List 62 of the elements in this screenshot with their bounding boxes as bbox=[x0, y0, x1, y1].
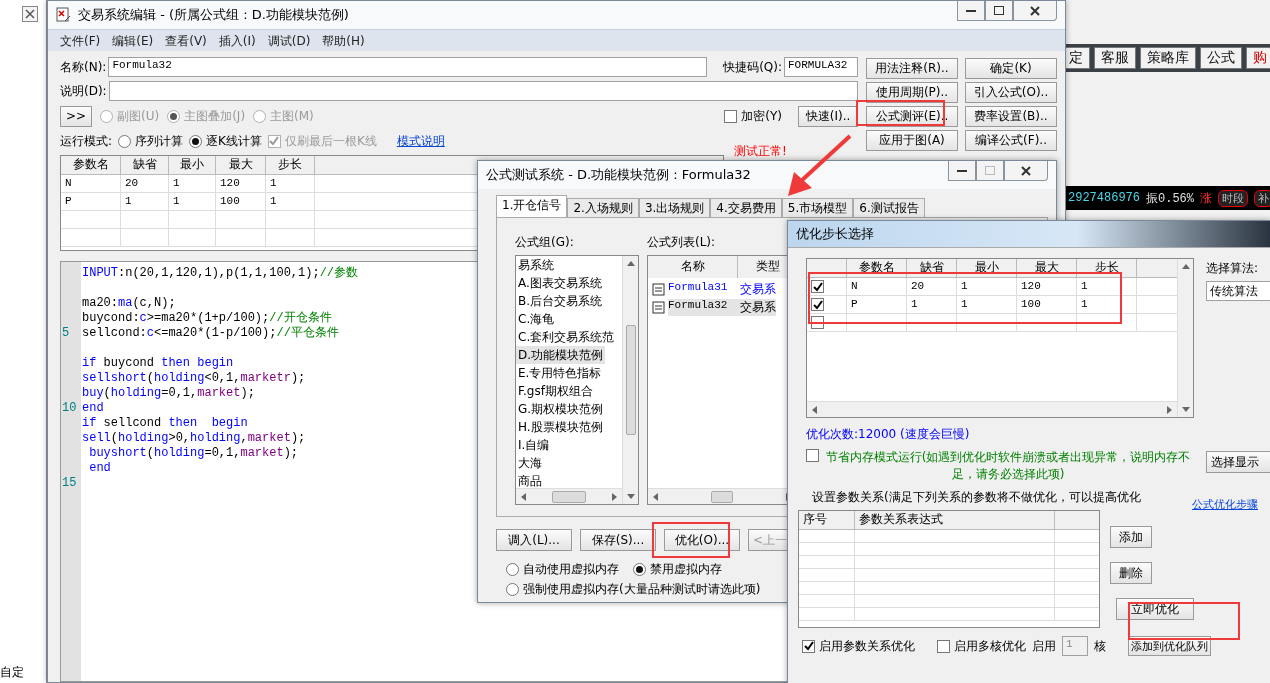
rise-text: 涨 bbox=[1200, 190, 1213, 207]
table-cell: 1 bbox=[1077, 296, 1137, 313]
table-cell: N bbox=[847, 278, 907, 295]
code-line: buy(holding=0,1,market); bbox=[82, 386, 255, 400]
code-line: INPUT:n(20,1,120,1),p(1,1,100,1);//参数 bbox=[82, 266, 359, 280]
code-line: ma20:ma(c,N); bbox=[82, 296, 176, 310]
table-cell: 120 bbox=[1017, 278, 1077, 295]
column-header: 最小 bbox=[169, 156, 216, 174]
relation-label: 设置参数关系(满足下列关系的参数将不做优化，可以提高优化 bbox=[811, 489, 1142, 506]
side-label: 自定 bbox=[0, 664, 25, 681]
column-header: 最大 bbox=[216, 156, 266, 174]
field-label: 选择算法: bbox=[1206, 260, 1260, 277]
column-header: 步长 bbox=[266, 156, 315, 174]
code-line: buyshort(holding=0,1,market); bbox=[88, 446, 299, 460]
line-number: 15 bbox=[62, 476, 77, 490]
table-cell: 1 bbox=[907, 296, 957, 313]
field-label: 公式列表(L): bbox=[647, 234, 717, 251]
column-header: 名称 bbox=[648, 256, 738, 278]
table-cell: 20 bbox=[121, 175, 169, 192]
amplitude-text: 振0.56% bbox=[1146, 190, 1195, 207]
table-cell: P bbox=[847, 296, 907, 313]
field-label: 启用 bbox=[1032, 637, 1056, 655]
window-title: 交易系统编辑 - (所属公式组 : D.功能模块范例) bbox=[78, 6, 350, 24]
table-cell: 1 bbox=[266, 175, 315, 192]
code-line: sellcond:c<=ma20*(1-p/100);//平仓条件 bbox=[82, 326, 339, 340]
column-header: 参数关系表达式 bbox=[855, 511, 1055, 529]
field-label: 快捷码(Q): bbox=[723, 58, 782, 76]
table-cell: 1 bbox=[169, 193, 216, 210]
table-cell: 1 bbox=[169, 175, 216, 192]
line-number: 5 bbox=[62, 326, 70, 340]
table-cell: 100 bbox=[216, 193, 266, 210]
table-cell: 1 bbox=[266, 193, 315, 210]
table-cell: 1 bbox=[957, 296, 1017, 313]
column-header: 序号 bbox=[799, 511, 855, 529]
code-line: end bbox=[88, 461, 111, 475]
quote-text: 2927486976 bbox=[1068, 191, 1140, 205]
window-title: 公式测试系统 - D.功能模块范例 : Formula32 bbox=[486, 166, 752, 184]
field-label: 名称(N): bbox=[60, 58, 107, 76]
field-label: 核 bbox=[1094, 637, 1106, 655]
code-line: buycond:c>=ma20*(1+p/100);//开仓条件 bbox=[82, 311, 332, 325]
field-label: 公式组(G): bbox=[515, 234, 575, 251]
code-line: if sellcond then begin bbox=[82, 416, 248, 430]
table-cell: N bbox=[61, 175, 121, 192]
code-line: if buycond then begin bbox=[82, 356, 234, 370]
field-label: 运行模式: bbox=[60, 132, 113, 150]
code-line: sellshort(holding<0,1,marketr); bbox=[82, 371, 306, 385]
table-cell: 20 bbox=[907, 278, 957, 295]
table-cell: 120 bbox=[216, 175, 266, 192]
table-cell: 1 bbox=[1077, 278, 1137, 295]
line-number: 10 bbox=[62, 401, 77, 415]
status-text: 测试正常! bbox=[734, 143, 787, 160]
table-cell: P bbox=[61, 193, 121, 210]
table-cell: 1 bbox=[121, 193, 169, 210]
table-cell: 1 bbox=[957, 278, 1017, 295]
count-text: 优化次数:12000 (速度会巨慢) bbox=[806, 426, 971, 443]
field-label: 说明(D): bbox=[60, 82, 107, 100]
table-cell: 100 bbox=[1017, 296, 1077, 313]
column-header: 参数名 bbox=[61, 156, 121, 174]
code-line: sell(holding>0,holding,market); bbox=[82, 431, 306, 445]
column-header: 缺省 bbox=[121, 156, 169, 174]
window-title: 优化步长选择 bbox=[796, 225, 875, 243]
code-line: end bbox=[82, 401, 104, 415]
